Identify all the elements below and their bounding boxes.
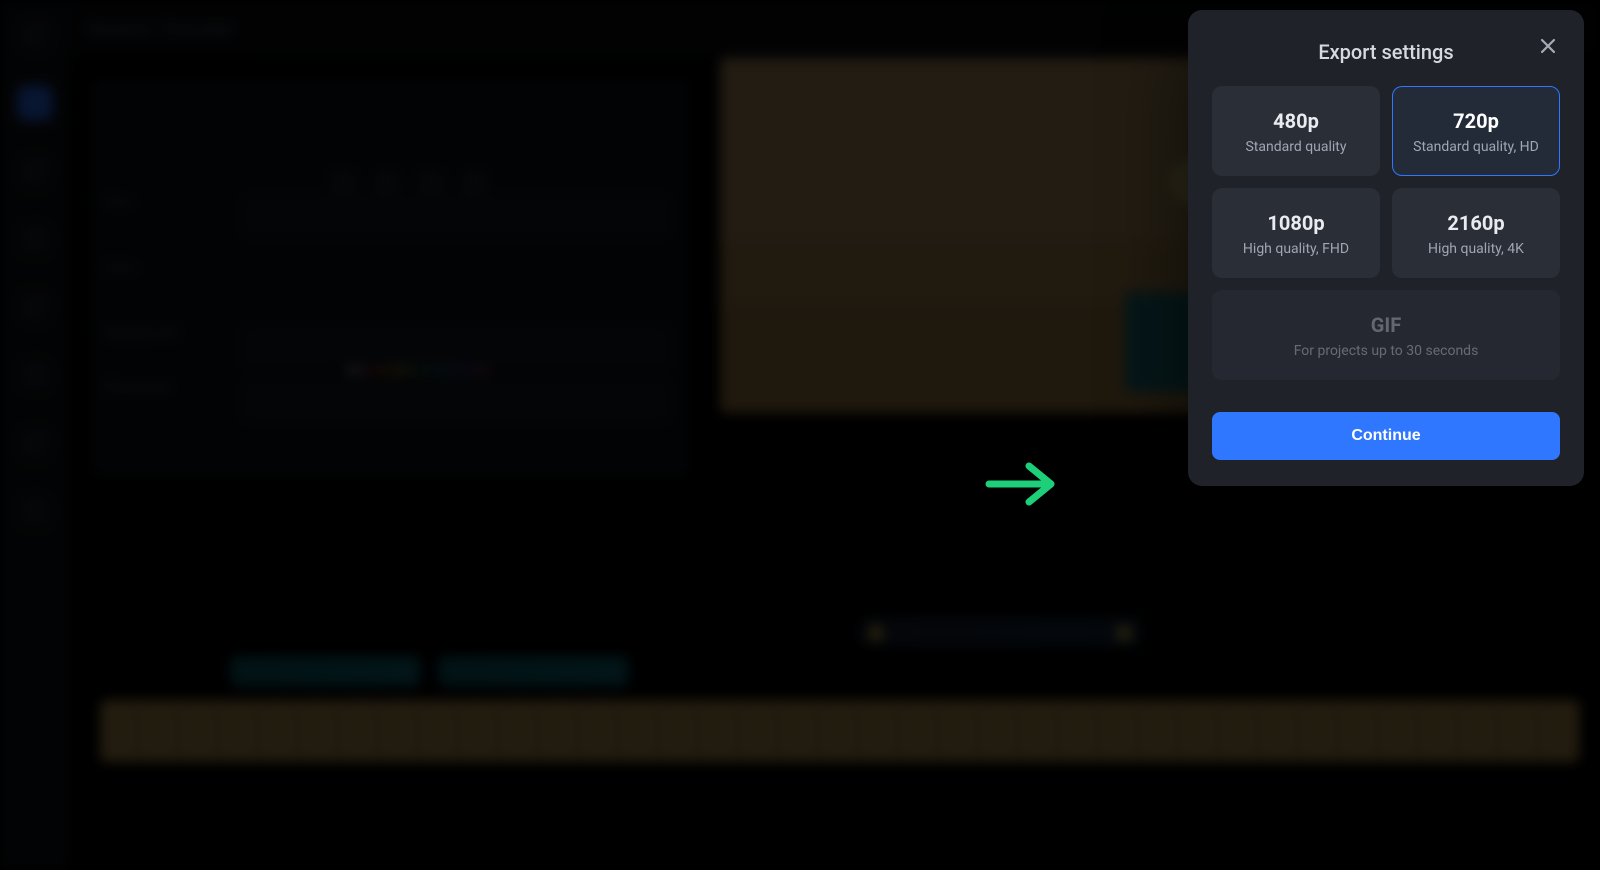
option-desc: Standard quality (1227, 139, 1365, 155)
option-2160p[interactable]: 2160p High quality, 4K (1392, 188, 1560, 278)
option-res: 720p (1407, 109, 1545, 133)
option-desc: High quality, FHD (1227, 241, 1365, 257)
option-desc: High quality, 4K (1407, 241, 1545, 257)
option-res: 480p (1227, 109, 1365, 133)
annotation-arrow-right (985, 462, 1065, 506)
option-res: 1080p (1227, 211, 1365, 235)
option-res: GIF (1227, 313, 1545, 337)
close-icon (1538, 36, 1558, 56)
resolution-options: 480p Standard quality 720p Standard qual… (1212, 86, 1560, 380)
close-button[interactable] (1528, 26, 1568, 66)
continue-button[interactable]: Continue (1212, 412, 1560, 460)
option-desc: Standard quality, HD (1407, 139, 1545, 155)
option-gif[interactable]: GIF For projects up to 30 seconds (1212, 290, 1560, 380)
option-1080p[interactable]: 1080p High quality, FHD (1212, 188, 1380, 278)
option-desc: For projects up to 30 seconds (1227, 343, 1545, 359)
modal-title: Export settings (1212, 40, 1560, 64)
export-settings-modal: Export settings 480p Standard quality 72… (1188, 10, 1584, 486)
option-480p[interactable]: 480p Standard quality (1212, 86, 1380, 176)
option-720p[interactable]: 720p Standard quality, HD (1392, 86, 1560, 176)
option-res: 2160p (1407, 211, 1545, 235)
